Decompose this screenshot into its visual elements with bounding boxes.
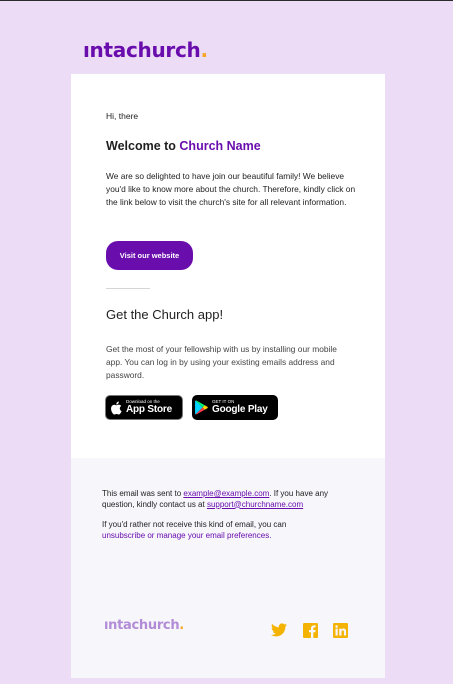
welcome-heading: Welcome to Church Name bbox=[106, 139, 261, 153]
greeting: Hi, there bbox=[106, 111, 139, 121]
email-footer: This email was sent to example@example.c… bbox=[71, 458, 385, 678]
intro-paragraph: We are so delighted to have join our bea… bbox=[106, 171, 356, 208]
twitter-icon[interactable] bbox=[271, 622, 287, 638]
app-description: Get the most of your fellowship with us … bbox=[106, 344, 337, 381]
linkedin-icon[interactable] bbox=[332, 622, 348, 638]
unsubscribe-notice: If you'd rather not receive this kind of… bbox=[102, 520, 287, 540]
footer-logo-dot: . bbox=[179, 618, 184, 633]
logo-dot: . bbox=[200, 38, 208, 62]
footer-logo[interactable]: ıntachurch. bbox=[104, 618, 184, 633]
email-page: ıntachurch. Hi, there Welcome to Church … bbox=[0, 0, 453, 684]
support-email-link[interactable]: support@churchname.com bbox=[207, 500, 303, 509]
footer-logo-text: ıntachurch bbox=[104, 618, 180, 633]
visit-website-button[interactable]: Visit our website bbox=[106, 241, 193, 270]
church-name: Church Name bbox=[179, 139, 261, 153]
app-store-label: App Store bbox=[126, 403, 172, 415]
app-store-badge[interactable]: Download on the App Store bbox=[105, 395, 183, 420]
welcome-prefix: Welcome to bbox=[106, 139, 176, 153]
google-play-badge[interactable]: GET IT ON Google Play bbox=[192, 395, 278, 420]
google-play-icon bbox=[192, 400, 212, 415]
apple-icon bbox=[106, 401, 126, 415]
top-border bbox=[0, 0, 453, 1]
google-play-label: Google Play bbox=[212, 403, 268, 415]
facebook-icon[interactable] bbox=[302, 622, 318, 638]
header-logo-text: ıntachurch bbox=[83, 38, 201, 62]
app-section-heading: Get the Church app! bbox=[106, 307, 224, 322]
unsubscribe-link[interactable]: unsubscribe or manage your email prefere… bbox=[102, 531, 271, 540]
sent-to-notice: This email was sent to example@example.c… bbox=[102, 489, 329, 509]
header-logo[interactable]: ıntachurch. bbox=[83, 38, 208, 62]
recipient-email-link[interactable]: example@example.com bbox=[183, 489, 269, 498]
email-body-card: Hi, there Welcome to Church Name We are … bbox=[71, 74, 385, 458]
section-divider bbox=[106, 288, 150, 289]
